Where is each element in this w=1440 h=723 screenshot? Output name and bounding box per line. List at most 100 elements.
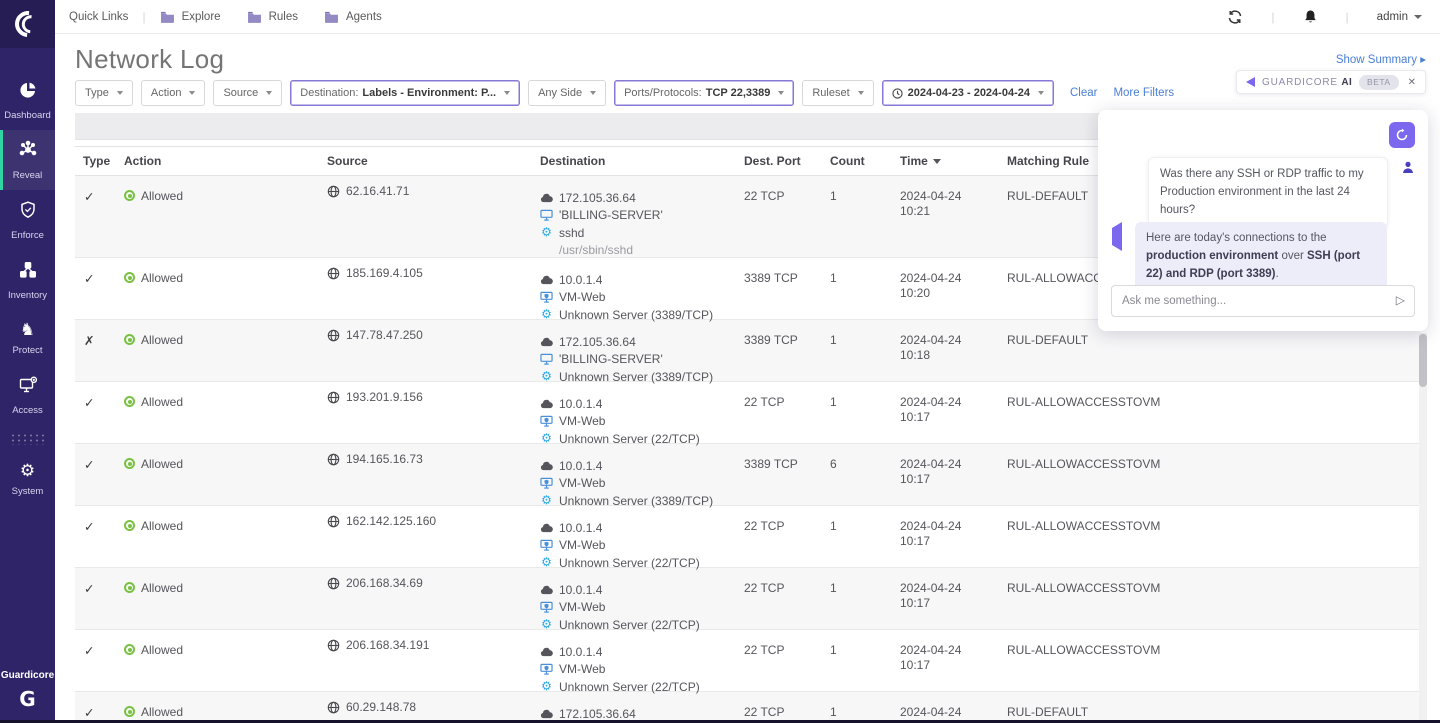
table-row[interactable]: ✓ Allowed 194.165.16.73 10.0.1.4 VM-Web … xyxy=(75,444,1421,506)
count: 1 xyxy=(830,320,900,386)
count: 1 xyxy=(830,568,900,634)
refresh-icon[interactable] xyxy=(1227,10,1243,24)
col-count[interactable]: Count xyxy=(830,154,900,168)
filter-destination[interactable]: Destination:Labels - Environment: P... xyxy=(290,80,520,106)
gear-icon: ⚙ xyxy=(20,461,35,481)
sidebar-item-enforce[interactable]: Enforce xyxy=(0,190,55,250)
dest-port: 22 TCP xyxy=(744,630,830,696)
sidebar-item-dashboard[interactable]: Dashboard xyxy=(0,70,55,130)
ask-input-wrap: ▷ xyxy=(1111,285,1415,317)
nav-item-agents[interactable]: Agents xyxy=(324,11,382,23)
guardicore-logo[interactable] xyxy=(0,0,55,48)
event-time: 10:17 xyxy=(900,534,1007,549)
close-icon[interactable]: ✕ xyxy=(1408,77,1416,88)
event-time: 10:17 xyxy=(900,472,1007,487)
source-ip: 162.142.125.160 xyxy=(346,514,436,528)
table-row[interactable]: ✓ Allowed 162.142.125.160 10.0.1.4 VM-We… xyxy=(75,506,1421,568)
table-row[interactable]: ✓ Allowed 206.168.34.191 10.0.1.4 VM-Web… xyxy=(75,630,1421,692)
reset-conversation-button[interactable] xyxy=(1389,122,1415,148)
dest-port: 22 TCP xyxy=(744,506,830,572)
filter-source[interactable]: Source xyxy=(213,80,282,106)
quick-links-menu[interactable]: Quick Links xyxy=(69,11,128,23)
filter-any-side[interactable]: Any Side xyxy=(528,80,606,106)
type-check-icon: ✓ xyxy=(75,176,124,259)
show-summary-link[interactable]: Show Summary ▸ xyxy=(1336,52,1426,66)
col-type[interactable]: Type xyxy=(75,154,124,168)
col-source[interactable]: Source xyxy=(327,154,540,168)
clock-icon xyxy=(892,88,903,99)
filter-ports-protocols[interactable]: Ports/Protocols: TCP 22,3389 xyxy=(614,80,794,106)
send-icon[interactable]: ▷ xyxy=(1396,293,1405,307)
crescent-logo-icon xyxy=(9,6,46,43)
matching-rule: RUL-ALLOWACCESSTOVM xyxy=(1007,506,1421,572)
scrollbar-thumb[interactable] xyxy=(1419,334,1427,387)
sidebar-label: Protect xyxy=(12,345,42,356)
chevron-right-icon: ▸ xyxy=(1420,54,1426,66)
source-ip: 206.168.34.191 xyxy=(346,638,429,652)
guardicore-ai-chip[interactable]: GUARDICORE AI BETA ✕ xyxy=(1236,70,1426,94)
sidebar-label: Enforce xyxy=(11,230,44,241)
vertical-scrollbar[interactable] xyxy=(1419,333,1427,723)
count: 1 xyxy=(830,176,900,259)
network-log-page: Dashboard Reveal Enforce xyxy=(0,0,1440,723)
filter-date-range[interactable]: 2024-04-23 - 2024-04-24 xyxy=(882,80,1054,106)
nav-item-explore[interactable]: Explore xyxy=(160,11,221,23)
col-time[interactable]: Time xyxy=(900,154,1007,168)
user-message-bubble: Was there any SSH or RDP traffic to my P… xyxy=(1148,157,1388,228)
cloud-icon xyxy=(540,399,553,409)
event-date: 2024-04-24 xyxy=(900,705,1007,720)
sidebar-item-access[interactable]: Access xyxy=(0,365,55,425)
dest-asset: VM-Web xyxy=(559,538,605,552)
sidebar-item-protect[interactable]: ♞ Protect xyxy=(0,310,55,365)
allowed-icon xyxy=(124,520,135,531)
matching-rule: RUL-ALLOWACCESSTOVM xyxy=(1007,630,1421,696)
notifications-bell-icon[interactable] xyxy=(1303,9,1318,25)
dest-port: 22 TCP xyxy=(744,692,830,723)
count: 1 xyxy=(830,630,900,696)
action-label: Allowed xyxy=(141,581,183,595)
sidebar-item-inventory[interactable]: Inventory xyxy=(0,250,55,310)
top-navbar: Quick Links | Explore Rules Agents | | a… xyxy=(55,0,1440,34)
table-row[interactable]: ✓ Allowed 60.29.148.78 172.105.36.64 'BI… xyxy=(75,692,1421,723)
filter-ruleset[interactable]: Ruleset xyxy=(802,80,873,106)
vm-icon xyxy=(540,539,553,551)
sidebar-nav: Dashboard Reveal Enforce xyxy=(0,70,55,506)
dest-port: 22 TCP xyxy=(744,568,830,634)
filter-type[interactable]: Type xyxy=(75,80,133,106)
dest-ip: 172.105.36.64 xyxy=(559,335,636,349)
ask-input[interactable] xyxy=(1111,285,1415,317)
sort-desc-icon xyxy=(933,159,941,164)
clear-filters-link[interactable]: Clear xyxy=(1070,87,1097,99)
knight-icon: ♞ xyxy=(20,320,35,340)
filter-label: Ports/Protocols: xyxy=(624,87,702,99)
nav-item-rules[interactable]: Rules xyxy=(247,11,298,23)
type-cross-icon: ✗ xyxy=(75,320,124,386)
guardicore-ai-panel: Was there any SSH or RDP traffic to my P… xyxy=(1098,110,1428,331)
dest-port: 3389 TCP xyxy=(744,320,830,386)
col-dest-port[interactable]: Dest. Port xyxy=(744,154,830,168)
col-action[interactable]: Action xyxy=(124,154,327,168)
inventory-cluster-icon xyxy=(18,260,38,285)
sidebar-item-reveal[interactable]: Reveal xyxy=(0,130,55,190)
globe-icon xyxy=(327,185,340,198)
dest-asset: VM-Web xyxy=(559,476,605,490)
globe-icon xyxy=(327,329,340,342)
action-label: Allowed xyxy=(141,395,183,409)
server-monitor-icon xyxy=(540,353,553,365)
filter-action[interactable]: Action xyxy=(141,80,206,106)
sidebar-item-system[interactable]: ⚙ System xyxy=(0,451,55,506)
more-filters-link[interactable]: More Filters xyxy=(1113,87,1174,99)
table-row[interactable]: ✓ Allowed 193.201.9.156 10.0.1.4 VM-Web … xyxy=(75,382,1421,444)
globe-icon xyxy=(327,267,340,280)
filter-value: TCP 22,3389 xyxy=(706,87,771,99)
source-ip: 60.29.148.78 xyxy=(346,700,416,714)
user-menu[interactable]: admin xyxy=(1377,11,1422,23)
user-avatar-icon xyxy=(1402,161,1414,179)
guardicore-g-icon: G xyxy=(19,687,35,711)
reply-bold: production environment xyxy=(1146,250,1278,262)
cloud-icon xyxy=(540,709,553,719)
type-check-icon: ✓ xyxy=(75,382,124,448)
col-destination[interactable]: Destination xyxy=(540,154,744,168)
table-row[interactable]: ✓ Allowed 206.168.34.69 10.0.1.4 VM-Web … xyxy=(75,568,1421,630)
cloud-icon xyxy=(540,523,553,533)
